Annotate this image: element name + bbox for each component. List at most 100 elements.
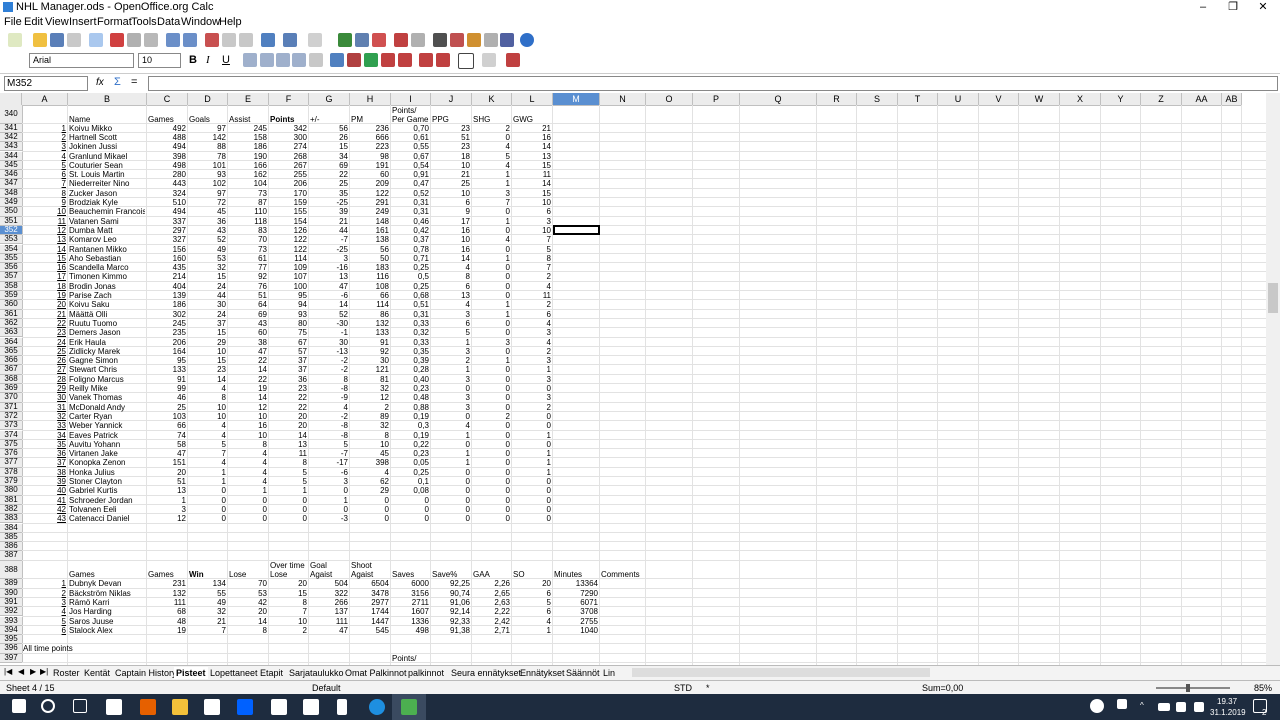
stat-cell[interactable]: 92,14 bbox=[432, 607, 470, 616]
stat-cell[interactable]: 0,31 bbox=[392, 310, 429, 319]
stat-cell[interactable]: 76 bbox=[229, 282, 267, 291]
stat-cell[interactable]: 42 bbox=[229, 598, 267, 607]
stat-cell[interactable]: 102 bbox=[189, 179, 226, 188]
stat-cell[interactable]: 15 bbox=[513, 161, 551, 170]
stat-cell[interactable]: 14 bbox=[229, 365, 267, 374]
stat-cell[interactable]: 16 bbox=[432, 245, 470, 254]
edit-file-icon[interactable] bbox=[89, 33, 103, 47]
tab-lin[interactable]: Lin bbox=[601, 667, 617, 679]
stat-cell[interactable]: 17 bbox=[432, 217, 470, 226]
stat-cell[interactable]: 97 bbox=[189, 189, 226, 198]
stat-cell[interactable]: 133 bbox=[351, 328, 389, 337]
stat-cell[interactable]: 4 bbox=[473, 235, 510, 244]
stat-cell[interactable]: 9 bbox=[23, 198, 66, 207]
stat-cell[interactable]: 32 bbox=[189, 607, 226, 616]
stat-cell[interactable]: 8 bbox=[310, 375, 348, 384]
stat-cell[interactable]: 37 bbox=[270, 365, 307, 374]
stat-cell[interactable]: 0,88 bbox=[392, 403, 429, 412]
stat-cell[interactable]: 2 bbox=[432, 356, 470, 365]
documents-icon[interactable] bbox=[337, 699, 347, 715]
stat-cell[interactable]: 6 bbox=[23, 170, 66, 179]
stat-cell[interactable]: 126 bbox=[270, 226, 307, 235]
zoom-slider-handle[interactable] bbox=[1186, 684, 1190, 692]
add-decimal-icon[interactable] bbox=[381, 53, 395, 67]
stat-cell[interactable]: 209 bbox=[351, 179, 389, 188]
stat-cell[interactable]: 1 bbox=[189, 468, 226, 477]
column-header-p[interactable]: P bbox=[693, 93, 740, 106]
stat-cell[interactable]: 2,71 bbox=[473, 626, 510, 635]
stat-cell[interactable]: 7 bbox=[189, 449, 226, 458]
stat-cell[interactable]: 26 bbox=[310, 133, 348, 142]
player-name-cell[interactable]: Demers Jason bbox=[69, 328, 145, 337]
chart-icon[interactable] bbox=[394, 33, 408, 47]
stat-cell[interactable]: 266 bbox=[310, 598, 348, 607]
stat-cell[interactable]: 15 bbox=[23, 254, 66, 263]
stat-cell[interactable]: 0 bbox=[432, 440, 470, 449]
menu-window[interactable]: Window bbox=[181, 16, 220, 28]
stat-cell[interactable]: 2,65 bbox=[473, 589, 510, 598]
stat-cell[interactable]: 13 bbox=[23, 235, 66, 244]
stat-cell[interactable]: 34 bbox=[310, 152, 348, 161]
stat-cell[interactable]: 0,78 bbox=[392, 245, 429, 254]
stat-cell[interactable]: 22 bbox=[229, 375, 267, 384]
function-button[interactable]: = bbox=[131, 76, 137, 88]
stat-cell[interactable]: 14 bbox=[513, 142, 551, 151]
player-name-cell[interactable]: Foligno Marcus bbox=[69, 375, 145, 384]
stat-cell[interactable]: 255 bbox=[270, 170, 307, 179]
stat-cell[interactable]: 0 bbox=[513, 477, 551, 486]
player-name-cell[interactable]: Konopka Zenon bbox=[69, 458, 145, 467]
column-header-v[interactable]: V bbox=[979, 93, 1019, 106]
tab-lopettaneet[interactable]: Lopettaneet bbox=[208, 667, 260, 679]
stat-cell[interactable]: 0 bbox=[432, 514, 470, 523]
stat-cell[interactable]: 38 bbox=[23, 468, 66, 477]
stat-cell[interactable]: 21 bbox=[432, 170, 470, 179]
column-header-x[interactable]: X bbox=[1060, 93, 1101, 106]
stat-cell[interactable]: 0 bbox=[473, 449, 510, 458]
stat-cell[interactable]: 156 bbox=[148, 245, 186, 254]
clock-date[interactable]: 31.1.2019 bbox=[1210, 708, 1246, 717]
stat-cell[interactable]: 162 bbox=[229, 170, 267, 179]
stat-cell[interactable]: 1 bbox=[473, 179, 510, 188]
stat-cell[interactable]: 1 bbox=[473, 310, 510, 319]
stat-cell[interactable]: 0 bbox=[473, 496, 510, 505]
tab-first-icon[interactable]: |◀ bbox=[4, 667, 12, 676]
stat-cell[interactable]: 0,32 bbox=[392, 328, 429, 337]
stat-cell[interactable]: 0 bbox=[270, 496, 307, 505]
stat-cell[interactable]: 20 bbox=[148, 468, 186, 477]
clock-time[interactable]: 19.37 bbox=[1217, 697, 1237, 706]
stat-cell[interactable]: 7 bbox=[513, 263, 551, 272]
stat-cell[interactable]: 4 bbox=[432, 421, 470, 430]
stat-cell[interactable]: 302 bbox=[148, 310, 186, 319]
stat-cell[interactable]: 51 bbox=[148, 477, 186, 486]
stat-cell[interactable]: 666 bbox=[351, 133, 389, 142]
dropbox-icon[interactable] bbox=[237, 699, 253, 715]
stat-cell[interactable]: 4 bbox=[189, 384, 226, 393]
cut-icon[interactable] bbox=[205, 33, 219, 47]
stat-cell[interactable]: 98 bbox=[351, 152, 389, 161]
stat-cell[interactable]: 8 bbox=[23, 189, 66, 198]
column-header-r[interactable]: R bbox=[817, 93, 857, 106]
stat-cell[interactable]: 23 bbox=[432, 124, 470, 133]
row-header[interactable]: 397 bbox=[0, 653, 23, 663]
stat-cell[interactable]: 47 bbox=[310, 282, 348, 291]
player-name-cell[interactable]: Vanek Thomas bbox=[69, 393, 145, 402]
stat-cell[interactable]: 39 bbox=[310, 207, 348, 216]
stat-cell[interactable]: 42 bbox=[23, 505, 66, 514]
minimize-button[interactable]: – bbox=[1188, 0, 1218, 15]
stat-cell[interactable]: 43 bbox=[229, 319, 267, 328]
stat-cell[interactable]: 122 bbox=[270, 235, 307, 244]
stat-cell[interactable]: 0 bbox=[473, 403, 510, 412]
stat-cell[interactable]: -9 bbox=[310, 393, 348, 402]
stat-cell[interactable]: 0 bbox=[473, 328, 510, 337]
copy-icon[interactable] bbox=[222, 33, 236, 47]
stat-cell[interactable]: 73 bbox=[229, 245, 267, 254]
stat-cell[interactable]: 122 bbox=[270, 245, 307, 254]
zoom-icon[interactable] bbox=[500, 33, 514, 47]
stat-cell[interactable]: 51 bbox=[432, 133, 470, 142]
stat-cell[interactable]: 0 bbox=[513, 421, 551, 430]
data-sources-icon[interactable] bbox=[484, 33, 498, 47]
stat-cell[interactable]: 3 bbox=[432, 310, 470, 319]
stat-cell[interactable]: 81 bbox=[351, 375, 389, 384]
player-name-cell[interactable]: Gabriel Kurtis bbox=[69, 486, 145, 495]
goalie-name-cell[interactable]: Bäckström Niklas bbox=[69, 589, 145, 598]
